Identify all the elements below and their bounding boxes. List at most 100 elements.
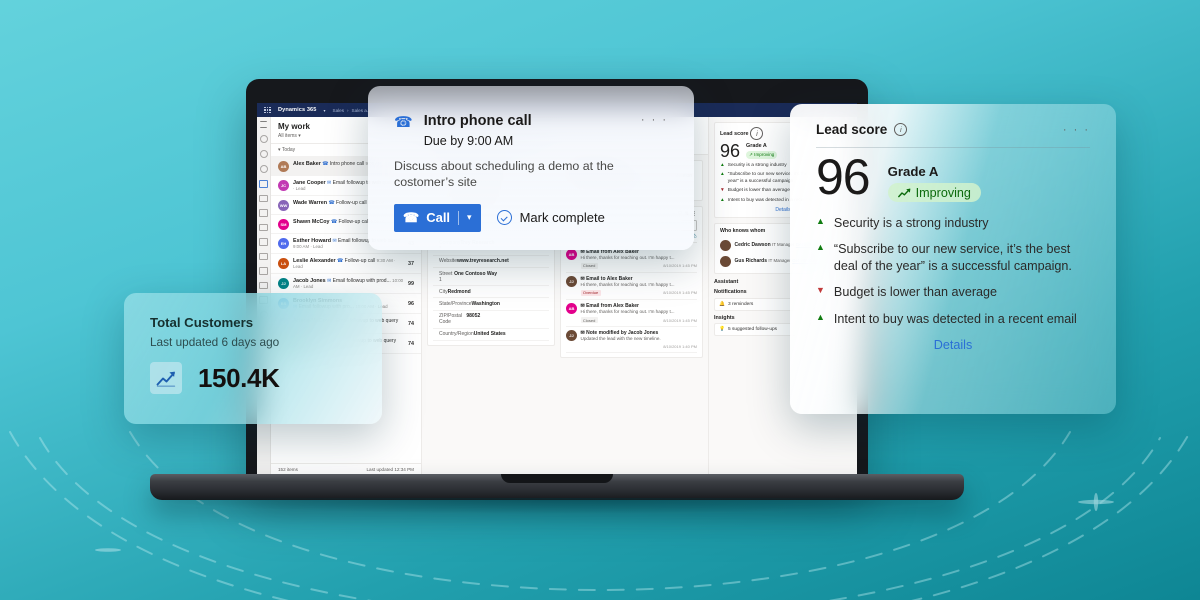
lead-score-card: Lead score i · · · 96 Grade A Improving xyxy=(790,104,1116,414)
list-item-time: 9:00 AM · Lead xyxy=(293,243,323,249)
divider xyxy=(816,147,1090,148)
insights-value: 5 suggested follow-ups xyxy=(727,327,778,333)
accounts-icon[interactable] xyxy=(259,194,268,202)
list-item-activity: ✉ Email followup with prod... xyxy=(327,277,391,284)
timeline-item-desc: Updated the lead with the new timeline. xyxy=(580,336,661,342)
field-label: Website xyxy=(439,258,457,265)
list-item-activity: ☎ Intro phone call xyxy=(322,160,365,167)
lead-score-reason-text: Budget is lower than average xyxy=(833,285,998,300)
breadcrumb-sales[interactable]: Sales xyxy=(333,108,345,113)
contact-name: Gus Richards xyxy=(734,258,768,265)
hamburger-icon[interactable] xyxy=(260,121,267,128)
lead-score-details-link[interactable]: Details xyxy=(816,338,1090,352)
field-value[interactable]: Redmond xyxy=(448,289,549,295)
insights-icon[interactable] xyxy=(259,252,268,260)
timeline-item[interactable]: JJ ✉ Email to Alex Baker Hi there, thank… xyxy=(566,273,697,300)
lead-score-mini-trend: ↗ Improving xyxy=(746,150,778,159)
total-customers-title: Total Customers xyxy=(150,315,254,330)
lead-score-reasons: ▲ Security is a strong industry ▲ “Subsc… xyxy=(816,215,1090,328)
scene: Dynamics 365 ▾ Sales › Sales a... My wor… xyxy=(0,0,1200,600)
avatar xyxy=(720,239,731,251)
field-value[interactable]: Washington xyxy=(472,301,549,307)
mail-icon: ✉ xyxy=(327,179,332,186)
insight-bullet-text: Security is a strong industry xyxy=(727,163,787,168)
triangle-up-icon: ▲ xyxy=(816,215,825,226)
timeline-item-desc: Hi there, thanks for reaching out. I'm h… xyxy=(580,281,675,287)
list-item-name: Jacob Jones xyxy=(293,277,326,284)
field-value[interactable]: United States xyxy=(474,331,549,337)
list-last-updated: Last updated 12:34 PM xyxy=(366,467,414,472)
field-row: State/Province Washington xyxy=(433,298,549,311)
call-card-actions: ☎ Call ▾ Mark complete xyxy=(394,203,668,232)
timeline-item-desc: Hi there, thanks for reaching out. I'm h… xyxy=(580,254,675,260)
list-group-label: Today xyxy=(281,147,296,153)
insight-bullet-text: Budget is lower than average xyxy=(727,188,790,194)
list-item[interactable]: JJ Jacob Jones ✉ Email followup with pro… xyxy=(271,274,421,294)
call-button-label: Call xyxy=(426,210,451,226)
info-icon[interactable]: i xyxy=(894,123,908,136)
call-button[interactable]: ☎ Call ▾ xyxy=(394,203,481,232)
trend-up-icon xyxy=(897,188,911,197)
home-icon[interactable] xyxy=(259,135,268,143)
recent-icon[interactable] xyxy=(259,150,268,158)
triangle-up-icon: ▲ xyxy=(816,311,825,322)
chart-up-icon xyxy=(150,362,182,394)
status-badge: Overdue xyxy=(580,289,601,296)
list-item-name: Shawn McCoy xyxy=(293,218,330,225)
total-customers-card: Total Customers Last updated 6 days ago … xyxy=(124,293,382,424)
contacts-icon[interactable] xyxy=(259,209,268,217)
waffle-icon[interactable] xyxy=(264,106,271,114)
list-item-name: Wade Warren xyxy=(293,199,328,206)
chevron-down-icon[interactable]: ▾ xyxy=(323,108,325,113)
avatar: JJ xyxy=(566,275,577,287)
breadcrumb-separator: › xyxy=(347,107,349,113)
triangle-up-icon: ▲ xyxy=(720,197,725,203)
lead-score-trend-label: Improving xyxy=(915,185,971,200)
pinned-icon[interactable] xyxy=(259,165,268,173)
info-icon[interactable]: i xyxy=(750,127,764,140)
my-work-icon[interactable] xyxy=(257,180,268,188)
timeline-item[interactable]: AB ✉ Email from Alex Baker Hi there, tha… xyxy=(566,300,697,328)
lead-score-mini-grade: Grade A xyxy=(746,143,767,150)
list-item[interactable]: LA Leslie Alexander ☎ Follow-up call 9:3… xyxy=(271,254,421,274)
lead-score-summary: 96 Grade A Improving xyxy=(816,152,1090,203)
phone-icon: ☎ xyxy=(394,114,413,131)
app-name[interactable]: Dynamics 365 xyxy=(278,107,317,113)
field-value[interactable]: www.treyresearch.net xyxy=(457,258,549,264)
field-label: Country/Region xyxy=(439,331,474,338)
timeline-item[interactable]: JJ ✉ Note modified by Jacob Jones Update… xyxy=(566,327,697,354)
timeline-item-title: ✉ Email to Alex Baker xyxy=(580,275,633,282)
mark-complete-button[interactable]: Mark complete xyxy=(496,210,605,226)
competitors-icon[interactable] xyxy=(259,267,268,275)
phone-icon: ☎ xyxy=(330,218,338,225)
avatar: EH xyxy=(278,237,289,249)
opportunities-icon[interactable] xyxy=(259,238,268,246)
timeline-item-timestamp: 8/10/2019 1:45 PM xyxy=(663,317,697,323)
mini-trend-label: Improving xyxy=(754,151,775,157)
lead-score-reason-text: Intent to buy was detected in a recent e… xyxy=(833,311,1077,326)
contact-role: IT Manager xyxy=(768,258,791,264)
field-value[interactable]: One Contoso Way xyxy=(454,271,549,283)
list-item-activity: ☎ Follow-up call xyxy=(328,199,367,206)
chevron-down-icon[interactable]: ▾ xyxy=(467,212,472,223)
leads-icon[interactable] xyxy=(259,223,268,231)
field-row: Country/Region United States xyxy=(433,329,549,341)
breadcrumb: Sales › Sales a... xyxy=(333,108,371,113)
lightbulb-icon: 💡 xyxy=(719,327,725,333)
timeline-item-timestamp: 8/10/2019 1:45 PM xyxy=(663,290,697,296)
list-item-name: Alex Baker xyxy=(293,160,321,167)
avatar: AB xyxy=(566,248,577,260)
triangle-down-icon: ▼ xyxy=(816,285,825,296)
overflow-menu-icon[interactable]: · · · xyxy=(1063,124,1090,136)
overflow-menu-icon[interactable]: · · · xyxy=(641,114,668,126)
mail-icon: ✉ xyxy=(332,237,337,244)
check-circle-icon xyxy=(496,210,512,226)
timeline-item-desc: Hi there, thanks for reaching out. I'm h… xyxy=(580,308,675,314)
lead-score-reason: ▲ “Subscribe to our new service, it’s th… xyxy=(816,241,1090,274)
avatar: JJ xyxy=(566,330,577,342)
field-value[interactable]: 98052 xyxy=(466,313,549,325)
lead-score-reason-text: Security is a strong industry xyxy=(833,215,989,230)
call-card-description: Discuss about scheduling a demo at the c… xyxy=(394,158,614,190)
field-row: City Redmond xyxy=(433,286,549,299)
quotes-icon[interactable] xyxy=(259,281,268,289)
